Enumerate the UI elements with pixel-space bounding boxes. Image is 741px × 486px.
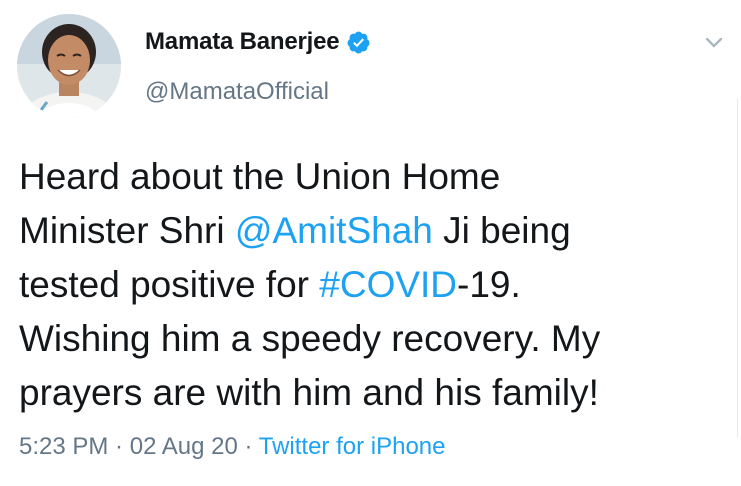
tweet-text-span: Ji being (432, 210, 571, 251)
meta-separator: · (237, 433, 259, 460)
tweet-source-link[interactable]: Twitter for iPhone (259, 433, 446, 460)
tweet-text: Heard about the Union Home Minister Shri… (19, 150, 724, 420)
tweet-text-span: Heard about the Union Home (19, 156, 501, 197)
tweet-date[interactable]: 02 Aug 20 (130, 433, 238, 460)
author-display-name[interactable]: Mamata Banerjee (145, 28, 340, 56)
hashtag-link[interactable]: #COVID (319, 264, 457, 305)
meta-separator: · (108, 433, 130, 460)
tweet-menu-button[interactable] (701, 30, 727, 56)
scrollbar[interactable] (737, 98, 741, 438)
tweet-text-span: prayers are with him and his family! (19, 372, 599, 413)
verified-badge-icon (346, 30, 371, 55)
tweet-text-span: tested positive for (19, 264, 320, 305)
tweet-line: Heard about the Union Home (19, 150, 724, 204)
chevron-down-icon (705, 37, 723, 48)
avatar[interactable] (17, 14, 121, 118)
tweet-line: tested positive for #COVID-19. (19, 258, 724, 312)
tweet-text-span: Wishing him a speedy recovery. My (19, 318, 601, 359)
author-name-row: Mamata Banerjee (145, 28, 371, 56)
tweet-line: Minister Shri @AmitShah Ji being (19, 204, 724, 258)
person-avatar-icon (17, 14, 121, 118)
tweet-text-span: Minister Shri (19, 210, 235, 251)
tweet-card: Mamata Banerjee @MamataOfficial Heard ab… (0, 0, 741, 486)
tweet-meta: 5:23 PM · 02 Aug 20 · Twitter for iPhone (19, 433, 445, 461)
tweet-time[interactable]: 5:23 PM (19, 433, 108, 460)
mention-link[interactable]: @AmitShah (235, 210, 433, 251)
tweet-text-span: -19. (457, 264, 521, 305)
author-handle[interactable]: @MamataOfficial (145, 78, 329, 106)
tweet-line: Wishing him a speedy recovery. My (19, 312, 724, 366)
tweet-line: prayers are with him and his family! (19, 366, 724, 420)
